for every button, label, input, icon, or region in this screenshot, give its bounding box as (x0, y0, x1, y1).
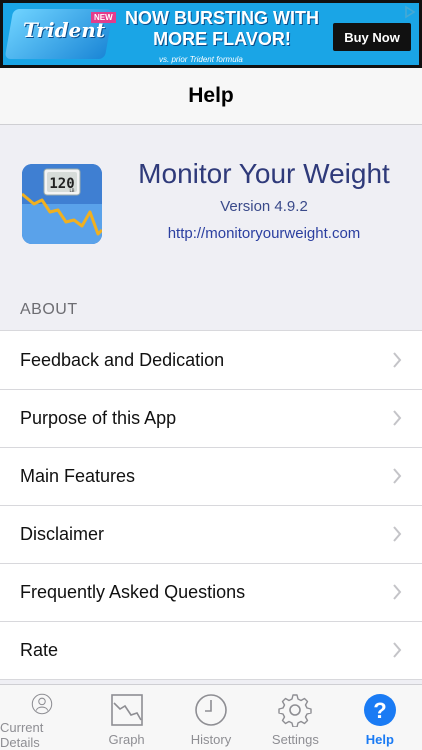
about-list: Feedback and Dedication Purpose of this … (0, 330, 422, 680)
ad-headline: NOW BURSTING WITH MORE FLAVOR! (125, 8, 319, 49)
tab-label: Graph (108, 732, 145, 747)
list-item-disclaimer[interactable]: Disclaimer (0, 505, 422, 563)
list-item-label: Frequently Asked Questions (20, 581, 246, 602)
list-item-label: Disclaimer (20, 523, 105, 544)
graph-icon (110, 694, 143, 726)
list-item-feedback-and-dedication[interactable]: Feedback and Dedication (0, 331, 422, 389)
tab-label: Settings (271, 732, 319, 747)
ad-banner[interactable]: Trident NEW NOW BURSTING WITH MORE FLAVO… (0, 0, 422, 68)
list-item-frequently-asked-questions[interactable]: Frequently Asked Questions (0, 563, 422, 621)
page-title: Help (188, 84, 234, 107)
app-info-header: 120 LB Monitor Your Weight Version 4.9.2… (0, 125, 422, 290)
list-item-label: Purpose of this App (20, 407, 177, 428)
svg-text:?: ? (373, 698, 386, 723)
chevron-right-icon (393, 410, 402, 426)
app-website-link[interactable]: http://monitoryourweight.com (120, 225, 408, 242)
tab-label: Help (365, 732, 394, 747)
ad-new-badge: NEW (91, 12, 116, 23)
tab-help[interactable]: ? Help (338, 685, 422, 750)
app-icon: 120 LB (22, 164, 102, 244)
adchoices-icon[interactable] (403, 5, 417, 19)
list-item-label: Main Features (20, 465, 136, 486)
app-icon-unit: LB (70, 188, 75, 193)
list-item-main-features[interactable]: Main Features (0, 447, 422, 505)
list-item-rate[interactable]: Rate (0, 621, 422, 679)
list-item-purpose-of-this-app[interactable]: Purpose of this App (0, 389, 422, 447)
app-name: Monitor Your Weight (138, 158, 390, 189)
person-icon (31, 693, 53, 715)
tab-label: Current Details (0, 720, 44, 750)
section-header-about: ABOUT (20, 301, 78, 318)
chevron-right-icon (393, 642, 402, 658)
list-item-label: Feedback and Dedication (20, 349, 225, 370)
chevron-right-icon (393, 352, 402, 368)
navigation-bar: Help (0, 68, 422, 125)
list-item-label: Rate (20, 639, 59, 660)
tab-label: History (190, 732, 232, 747)
tab-settings[interactable]: Settings (253, 685, 337, 750)
tab-history[interactable]: History (169, 685, 253, 750)
help-icon: ? (363, 694, 396, 726)
tab-bar: Current Details Graph History Settings ?… (0, 684, 422, 750)
tab-current-details[interactable]: Current Details (0, 685, 84, 750)
chevron-right-icon (393, 526, 402, 542)
tab-graph[interactable]: Graph (84, 685, 168, 750)
chevron-right-icon (393, 584, 402, 600)
ad-buy-now-button[interactable]: Buy Now (333, 23, 411, 51)
chevron-right-icon (393, 468, 402, 484)
ad-note: vs. prior Trident formula (159, 55, 243, 64)
app-version: Version 4.9.2 (220, 198, 308, 215)
clock-icon (195, 694, 227, 726)
gear-icon (278, 694, 313, 727)
